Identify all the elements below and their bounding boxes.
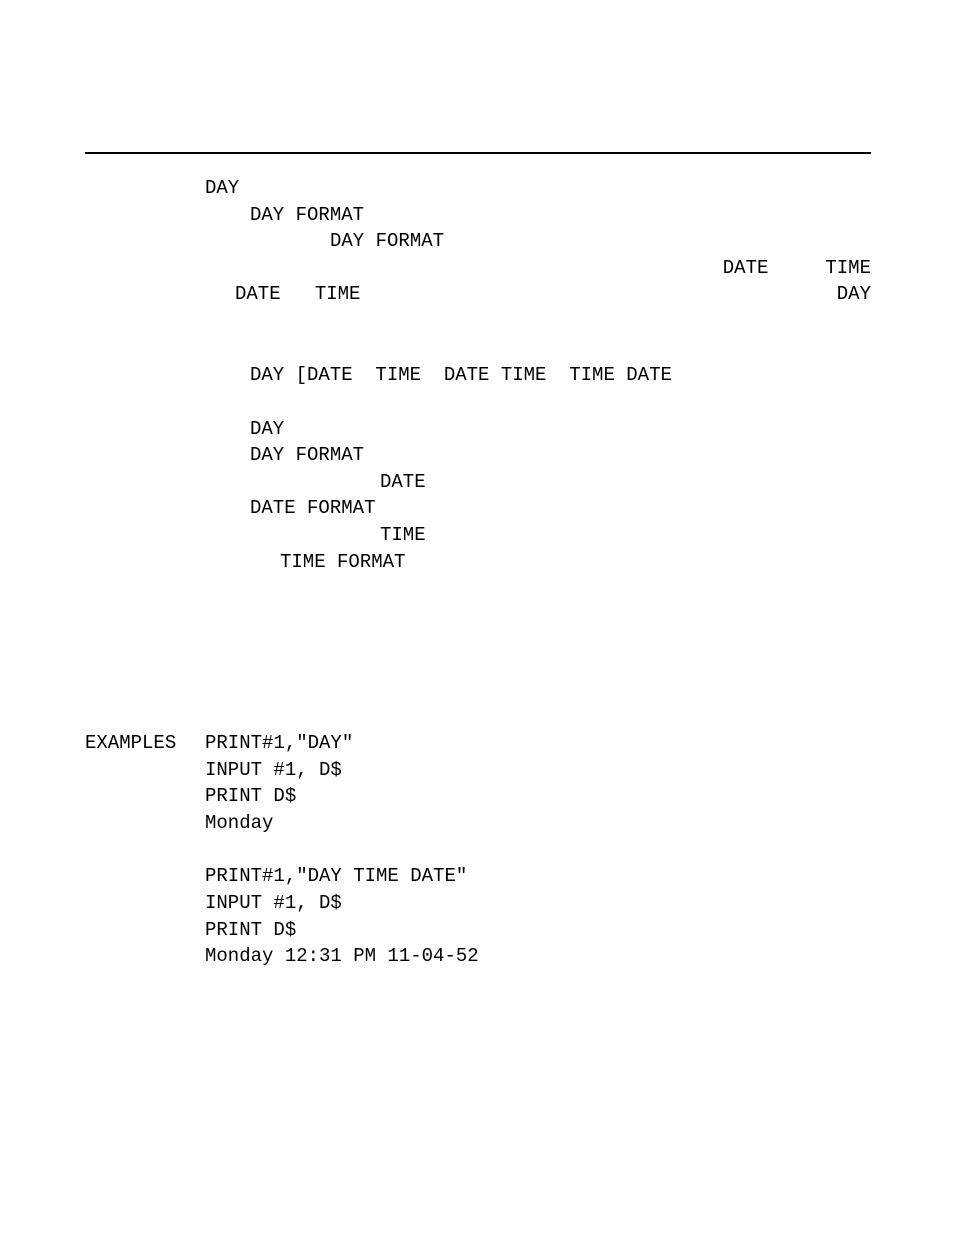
content-area: DAY DAY FORMAT DAY FORMAT DATE TIME DATE… bbox=[85, 175, 871, 575]
code-line: Monday bbox=[205, 810, 871, 837]
code-line: PRINT D$ bbox=[205, 783, 871, 810]
text-line: TIME bbox=[380, 522, 871, 549]
text-line: DAY bbox=[205, 175, 871, 202]
text-line: TIME FORMAT bbox=[280, 549, 871, 576]
syntax-line: DAY [DATE TIME DATE TIME TIME DATE bbox=[250, 362, 871, 389]
examples-label: EXAMPLES bbox=[85, 730, 176, 757]
code-line: INPUT #1, D$ bbox=[205, 757, 871, 784]
code-line: Monday 12:31 PM 11-04-52 bbox=[205, 943, 871, 970]
text-line: DAY bbox=[250, 416, 871, 443]
text-line: DAY bbox=[837, 281, 871, 308]
text-line: DATE TIME bbox=[235, 281, 360, 308]
page: DAY DAY FORMAT DAY FORMAT DATE TIME DATE… bbox=[0, 0, 954, 1235]
code-line: PRINT#1,"DAY" bbox=[205, 730, 871, 757]
examples-section: EXAMPLES PRINT#1,"DAY" INPUT #1, D$ PRIN… bbox=[85, 730, 871, 970]
code-line: INPUT #1, D$ bbox=[205, 890, 871, 917]
horizontal-rule bbox=[85, 152, 871, 154]
code-line: PRINT D$ bbox=[205, 917, 871, 944]
text-line: DATE TIME bbox=[85, 255, 871, 282]
text-line: DAY FORMAT bbox=[330, 228, 871, 255]
code-line: PRINT#1,"DAY TIME DATE" bbox=[205, 863, 871, 890]
text-line: DAY FORMAT bbox=[250, 202, 871, 229]
text-line: DATE bbox=[380, 469, 871, 496]
text-line: DATE FORMAT bbox=[250, 495, 871, 522]
text-line: DAY FORMAT bbox=[250, 442, 871, 469]
